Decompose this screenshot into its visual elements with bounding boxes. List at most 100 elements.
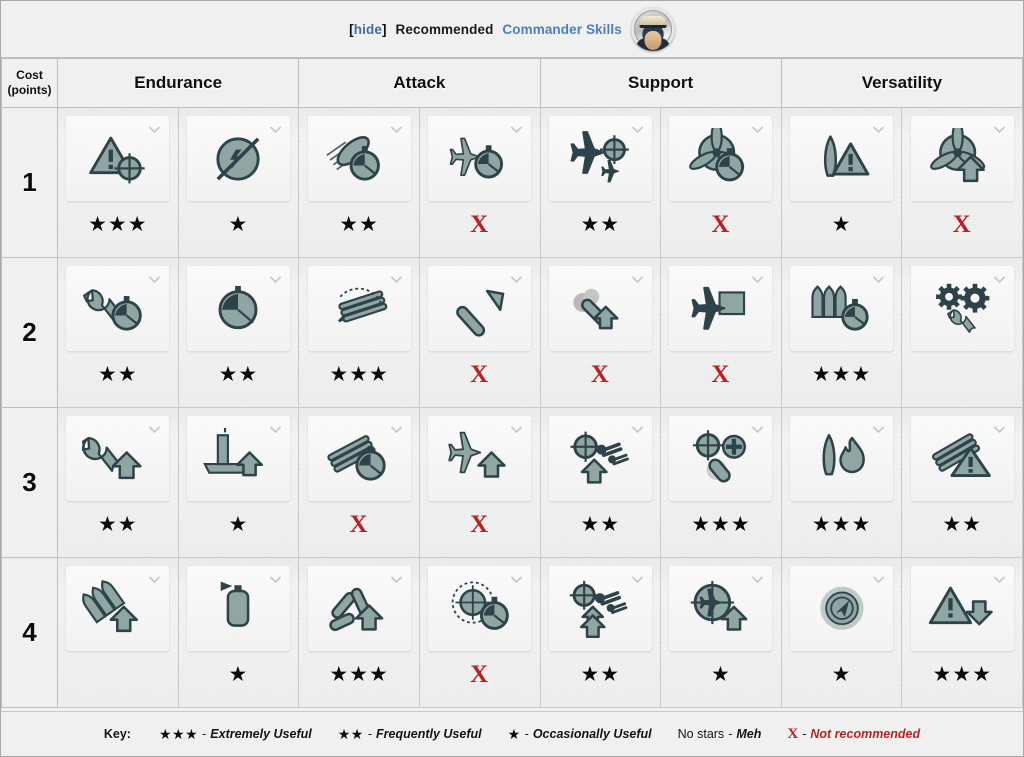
skill-cell[interactable]: ★★★	[298, 557, 420, 708]
skill-cell[interactable]: ★	[177, 107, 300, 258]
skill-icon-tile[interactable]	[548, 566, 652, 651]
skill-cell[interactable]	[901, 257, 1023, 408]
skill-icon-tile[interactable]	[428, 416, 532, 501]
skill-icon-tile[interactable]	[790, 266, 894, 351]
chevron-down-icon[interactable]	[390, 276, 402, 284]
chevron-down-icon[interactable]	[993, 126, 1005, 134]
skill-icon-tile[interactable]	[669, 566, 773, 651]
skill-icon-tile[interactable]	[910, 416, 1014, 501]
skill-cell[interactable]: ★★★	[57, 107, 179, 258]
skill-icon-tile[interactable]	[910, 116, 1014, 201]
chevron-down-icon[interactable]	[511, 576, 523, 584]
skill-cell[interactable]: X	[298, 407, 420, 558]
chevron-down-icon[interactable]	[390, 576, 402, 584]
chevron-down-icon[interactable]	[149, 276, 161, 284]
chevron-down-icon[interactable]	[511, 276, 523, 284]
skill-cell[interactable]: X	[660, 107, 782, 258]
skill-icon-tile[interactable]	[548, 116, 652, 201]
skill-icon-tile[interactable]	[790, 116, 894, 201]
chevron-down-icon[interactable]	[270, 276, 281, 284]
skill-cell[interactable]: ★	[780, 107, 903, 258]
chevron-down-icon[interactable]	[993, 426, 1005, 434]
skill-cell[interactable]: ★★★	[298, 257, 420, 408]
skill-icon-tile[interactable]	[66, 416, 170, 501]
rating-x-mark: X	[711, 210, 731, 238]
chevron-down-icon[interactable]	[631, 426, 643, 434]
chevron-down-icon[interactable]	[270, 426, 281, 434]
skill-cell[interactable]: ★	[780, 557, 903, 708]
skill-cell[interactable]: X	[418, 107, 541, 258]
skill-cell[interactable]: ★★	[539, 107, 662, 258]
chevron-down-icon[interactable]	[149, 126, 161, 134]
skill-icon-tile[interactable]	[66, 566, 170, 651]
skill-icon-tile[interactable]	[669, 266, 773, 351]
skill-icon-tile[interactable]	[186, 566, 290, 651]
skill-icon-tile[interactable]	[428, 116, 532, 201]
chevron-down-icon[interactable]	[149, 426, 161, 434]
chevron-down-icon[interactable]	[390, 126, 402, 134]
chevron-down-icon[interactable]	[752, 426, 764, 434]
skill-icon-tile[interactable]	[186, 266, 290, 351]
skill-cell[interactable]: ★★★	[901, 557, 1023, 708]
skill-cell[interactable]: ★★★	[660, 407, 782, 558]
skill-cell[interactable]	[57, 557, 179, 708]
chevron-down-icon[interactable]	[390, 426, 402, 434]
skill-icon-tile[interactable]	[548, 266, 652, 351]
skill-cell[interactable]: X	[660, 257, 782, 408]
skill-icon-tile[interactable]	[307, 416, 411, 501]
chevron-down-icon[interactable]	[270, 126, 281, 134]
skill-cell[interactable]: X	[418, 557, 541, 708]
skill-icon-tile[interactable]	[790, 416, 894, 501]
skill-icon-tile[interactable]	[307, 116, 411, 201]
chevron-down-icon[interactable]	[270, 576, 281, 584]
skill-cell[interactable]: ★	[177, 407, 300, 558]
skill-cell[interactable]: ★★	[298, 107, 420, 258]
chevron-down-icon[interactable]	[752, 276, 764, 284]
hide-toggle[interactable]: [hide]	[349, 22, 386, 37]
skill-icon-tile[interactable]	[186, 416, 290, 501]
chevron-down-icon[interactable]	[993, 576, 1005, 584]
skill-icon-tile[interactable]	[66, 266, 170, 351]
hide-link[interactable]: hide	[354, 22, 382, 37]
skill-icon-tile[interactable]	[669, 416, 773, 501]
commander-skills-link[interactable]: Commander Skills	[502, 22, 621, 37]
skill-cell[interactable]: X	[418, 257, 541, 408]
chevron-down-icon[interactable]	[511, 426, 523, 434]
skill-icon-tile[interactable]	[910, 266, 1014, 351]
skill-cell[interactable]: X	[901, 107, 1023, 258]
chevron-down-icon[interactable]	[873, 576, 884, 584]
chevron-down-icon[interactable]	[631, 276, 643, 284]
skill-icon-tile[interactable]	[66, 116, 170, 201]
skill-icon-tile[interactable]	[428, 266, 532, 351]
skill-cell[interactable]: X	[418, 407, 541, 558]
skill-cell[interactable]: ★★★	[780, 407, 903, 558]
skill-icon-tile[interactable]	[548, 416, 652, 501]
chevron-down-icon[interactable]	[631, 126, 643, 134]
skill-cell[interactable]: ★	[177, 557, 300, 708]
skill-icon-tile[interactable]	[186, 116, 290, 201]
skill-cell[interactable]: ★★	[177, 257, 300, 408]
skill-icon-tile[interactable]	[910, 566, 1014, 651]
chevron-down-icon[interactable]	[752, 576, 764, 584]
skill-cell[interactable]: ★★★	[780, 257, 903, 408]
skill-cell[interactable]: ★★	[539, 407, 662, 558]
skill-cell[interactable]: ★★	[57, 407, 179, 558]
chevron-down-icon[interactable]	[993, 276, 1005, 284]
chevron-down-icon[interactable]	[149, 576, 161, 584]
chevron-down-icon[interactable]	[752, 126, 764, 134]
skill-cell[interactable]: X	[539, 257, 662, 408]
chevron-down-icon[interactable]	[873, 126, 884, 134]
skill-icon-tile[interactable]	[428, 566, 532, 651]
skill-cell[interactable]: ★	[660, 557, 782, 708]
chevron-down-icon[interactable]	[873, 426, 884, 434]
chevron-down-icon[interactable]	[511, 126, 523, 134]
skill-icon-tile[interactable]	[307, 566, 411, 651]
skill-cell[interactable]: ★★	[539, 557, 662, 708]
skill-cell[interactable]: ★★	[901, 407, 1023, 558]
skill-icon-tile[interactable]	[669, 116, 773, 201]
skill-icon-tile[interactable]	[307, 266, 411, 351]
skill-cell[interactable]: ★★	[57, 257, 179, 408]
skill-icon-tile[interactable]	[790, 566, 894, 651]
chevron-down-icon[interactable]	[873, 276, 884, 284]
chevron-down-icon[interactable]	[631, 576, 643, 584]
